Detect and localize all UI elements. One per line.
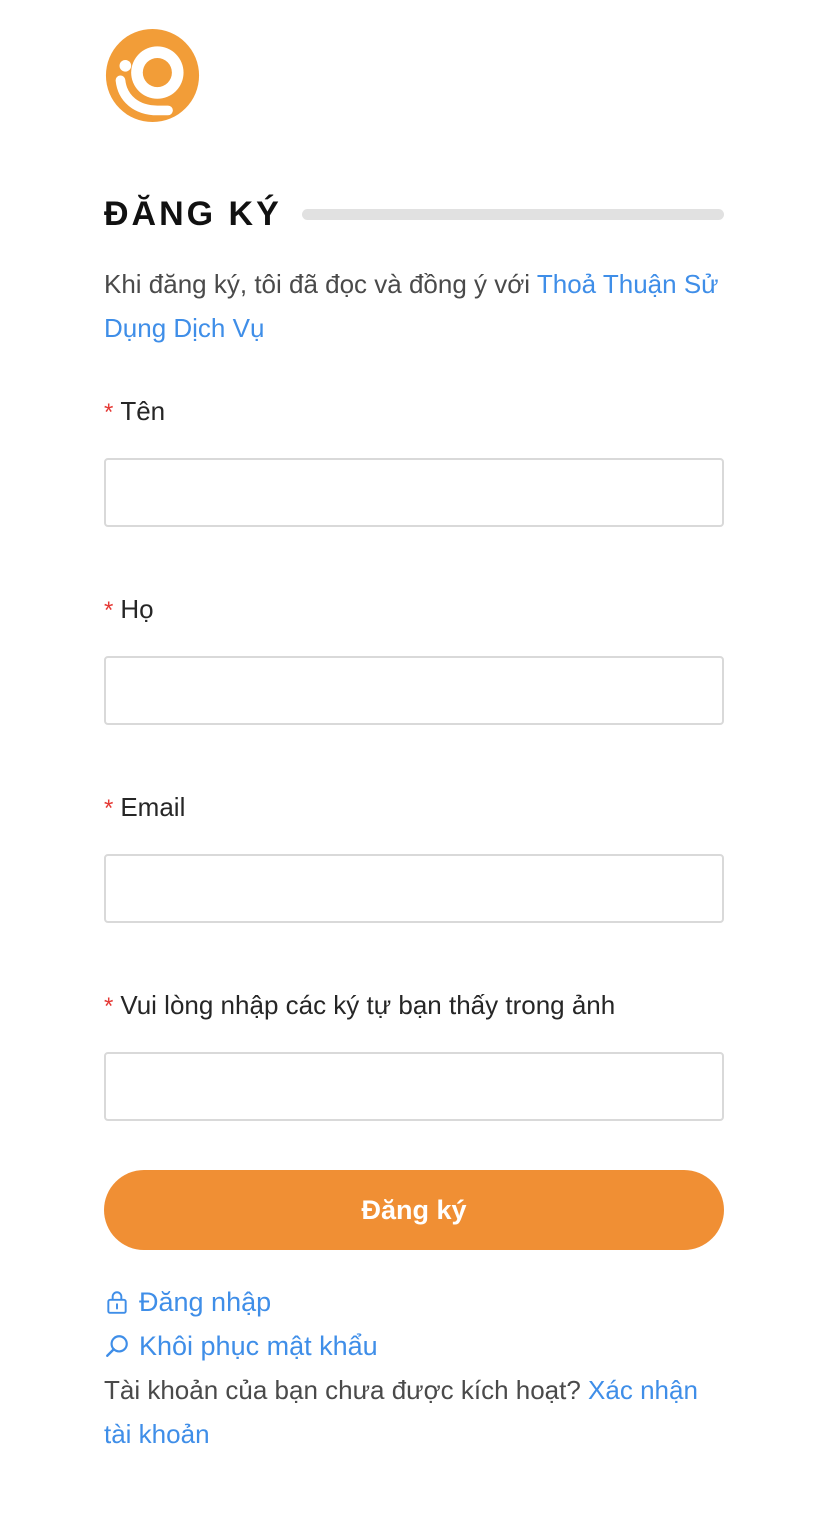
terms-notice: Khi đăng ký, tôi đã đọc và đồng ý với Th… [104, 262, 724, 350]
recover-password-link[interactable]: Khôi phục mật khẩu [104, 1324, 378, 1368]
required-mark: * [104, 399, 114, 426]
signup-button[interactable]: Đăng ký [104, 1170, 724, 1250]
last-name-label: * Họ [104, 594, 154, 624]
activation-text: Tài khoản của bạn chưa được kích hoạt? [104, 1375, 581, 1405]
first-name-input[interactable] [104, 458, 724, 527]
page-title: ĐĂNG KÝ [104, 194, 282, 233]
email-label: * Email [104, 792, 186, 822]
terms-notice-text: Khi đăng ký, tôi đã đọc và đồng ý với [104, 269, 531, 299]
required-mark: * [104, 795, 114, 822]
heading-divider [301, 208, 724, 220]
login-link[interactable]: Đăng nhập [104, 1280, 271, 1324]
captcha-input[interactable] [104, 1052, 724, 1121]
heading-row: ĐĂNG KÝ [104, 190, 724, 238]
login-label: Đăng nhập [139, 1287, 272, 1317]
first-name-label: * Tên [104, 396, 166, 426]
search-icon [106, 1335, 128, 1357]
last-name-input[interactable] [104, 656, 724, 725]
brand-logo-icon[interactable] [104, 27, 201, 124]
captcha-label: * Vui lòng nhập các ký tự bạn thấy trong … [104, 990, 616, 1020]
signup-page: ĐĂNG KÝ Khi đăng ký, tôi đã đọc và đồng … [0, 0, 834, 1515]
required-mark: * [104, 993, 114, 1020]
lock-icon [107, 1291, 127, 1314]
activation-notice: Tài khoản của bạn chưa được kích hoạt? X… [104, 1368, 724, 1456]
recover-password-label: Khôi phục mật khẩu [139, 1331, 378, 1361]
required-mark: * [104, 597, 114, 624]
email-input[interactable] [104, 854, 724, 923]
